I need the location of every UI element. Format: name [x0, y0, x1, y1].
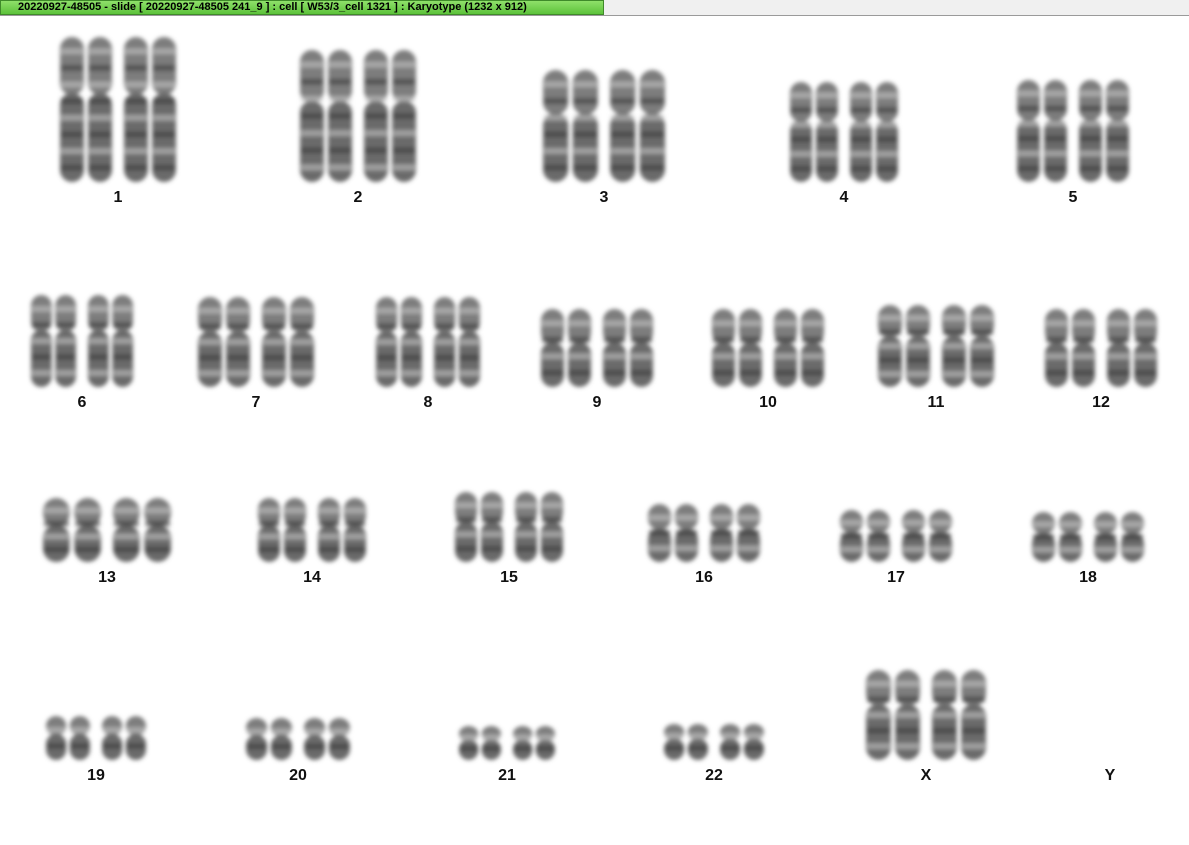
- chromosome-label-17: 17: [887, 569, 905, 586]
- chromosome-12-homolog-1[interactable]: [1045, 309, 1095, 387]
- chromosome-18-homolog-2[interactable]: [1094, 512, 1144, 562]
- chromosome-label-5: 5: [1068, 189, 1078, 206]
- chromosome-11-homolog-2[interactable]: [942, 305, 994, 387]
- chromosome-label-y: Y: [1104, 767, 1116, 784]
- chromosome-21-homolog-1[interactable]: [459, 726, 501, 760]
- karyogram-canvas: [31, 37, 1157, 760]
- chromosome-3-homolog-2[interactable]: [610, 70, 665, 182]
- chromosome-13-homolog-2[interactable]: [113, 498, 171, 562]
- chromosome-label-7: 7: [251, 394, 261, 411]
- chromosome-label-1: 1: [113, 189, 123, 206]
- chromosome-x-homolog-1[interactable]: [866, 670, 920, 760]
- chromosome-15-homolog-2[interactable]: [515, 492, 563, 562]
- chromosome-13-homolog-1[interactable]: [43, 498, 101, 562]
- chromosome-6-homolog-1[interactable]: [31, 295, 76, 387]
- chromosome-x-homolog-2[interactable]: [932, 670, 986, 760]
- chromosome-11-homolog-1[interactable]: [878, 305, 930, 387]
- chromosome-8-homolog-2[interactable]: [434, 297, 480, 387]
- chromosome-label-6: 6: [77, 394, 87, 411]
- chromosome-label-10: 10: [759, 394, 777, 411]
- chromosome-label-4: 4: [839, 189, 849, 206]
- chromosome-14-homolog-1[interactable]: [258, 498, 306, 562]
- chromosome-label-8: 8: [423, 394, 433, 411]
- chromosome-label-9: 9: [592, 394, 602, 411]
- chromosome-label-19: 19: [87, 767, 105, 784]
- chromosome-19-homolog-2[interactable]: [102, 716, 146, 760]
- chromosome-9-homolog-2[interactable]: [603, 309, 653, 387]
- chromosome-7-homolog-1[interactable]: [198, 297, 250, 387]
- chromosome-19-homolog-1[interactable]: [46, 716, 90, 760]
- chromosome-7-homolog-2[interactable]: [262, 297, 314, 387]
- chromosome-label-11: 11: [927, 394, 945, 411]
- chromosome-1-homolog-1[interactable]: [60, 37, 112, 182]
- chromosome-16-homolog-1[interactable]: [648, 504, 698, 562]
- chromosome-5-homolog-2[interactable]: [1079, 80, 1129, 182]
- chromosome-label-3: 3: [599, 189, 609, 206]
- chromosome-22-homolog-2[interactable]: [720, 724, 764, 760]
- chromosome-label-2: 2: [353, 189, 363, 206]
- chromosome-9-homolog-1[interactable]: [541, 309, 591, 387]
- chromosome-15-homolog-1[interactable]: [455, 492, 503, 562]
- chromosome-5-homolog-1[interactable]: [1017, 80, 1067, 182]
- chromosome-8-homolog-1[interactable]: [376, 297, 422, 387]
- chromosome-17-homolog-2[interactable]: [902, 510, 952, 562]
- chromosome-label-18: 18: [1079, 569, 1097, 586]
- chromosome-label-14: 14: [303, 569, 321, 586]
- chromosome-14-homolog-2[interactable]: [318, 498, 366, 562]
- chromosome-label-20: 20: [289, 767, 307, 784]
- chromosome-3-homolog-1[interactable]: [543, 70, 598, 182]
- chromosome-label-12: 12: [1092, 394, 1110, 411]
- chromosome-10-homolog-2[interactable]: [774, 309, 824, 387]
- chromosome-label-22: 22: [705, 767, 723, 784]
- chromosome-1-homolog-2[interactable]: [124, 37, 176, 182]
- chromosome-4-homolog-2[interactable]: [850, 82, 898, 182]
- chromosome-2-homolog-2[interactable]: [364, 50, 416, 182]
- chromosome-21-homolog-2[interactable]: [513, 726, 555, 760]
- chromosome-label-15: 15: [500, 569, 518, 586]
- chromosome-10-homolog-1[interactable]: [712, 309, 762, 387]
- chromosome-2-homolog-1[interactable]: [300, 50, 352, 182]
- chromosome-18-homolog-1[interactable]: [1032, 512, 1082, 562]
- chromosome-label-16: 16: [695, 569, 713, 586]
- chromosome-label-21: 21: [498, 767, 516, 784]
- chromosome-6-homolog-2[interactable]: [88, 295, 133, 387]
- chromosome-label-x: X: [920, 767, 932, 784]
- chromosome-22-homolog-1[interactable]: [664, 724, 708, 760]
- chromosome-4-homolog-1[interactable]: [790, 82, 838, 182]
- chromosome-20-homolog-1[interactable]: [246, 718, 292, 760]
- chromosome-12-homolog-2[interactable]: [1107, 309, 1157, 387]
- karyogram: 1 2 3 4 5 6 7 8 9 10 11 12 13 14 15 16 17 18 19 20 21 22 X Y: [0, 0, 1189, 845]
- chromosome-label-13: 13: [98, 569, 116, 586]
- chromosome-17-homolog-1[interactable]: [840, 510, 890, 562]
- chromosome-16-homolog-2[interactable]: [710, 504, 760, 562]
- chromosome-20-homolog-2[interactable]: [304, 718, 350, 760]
